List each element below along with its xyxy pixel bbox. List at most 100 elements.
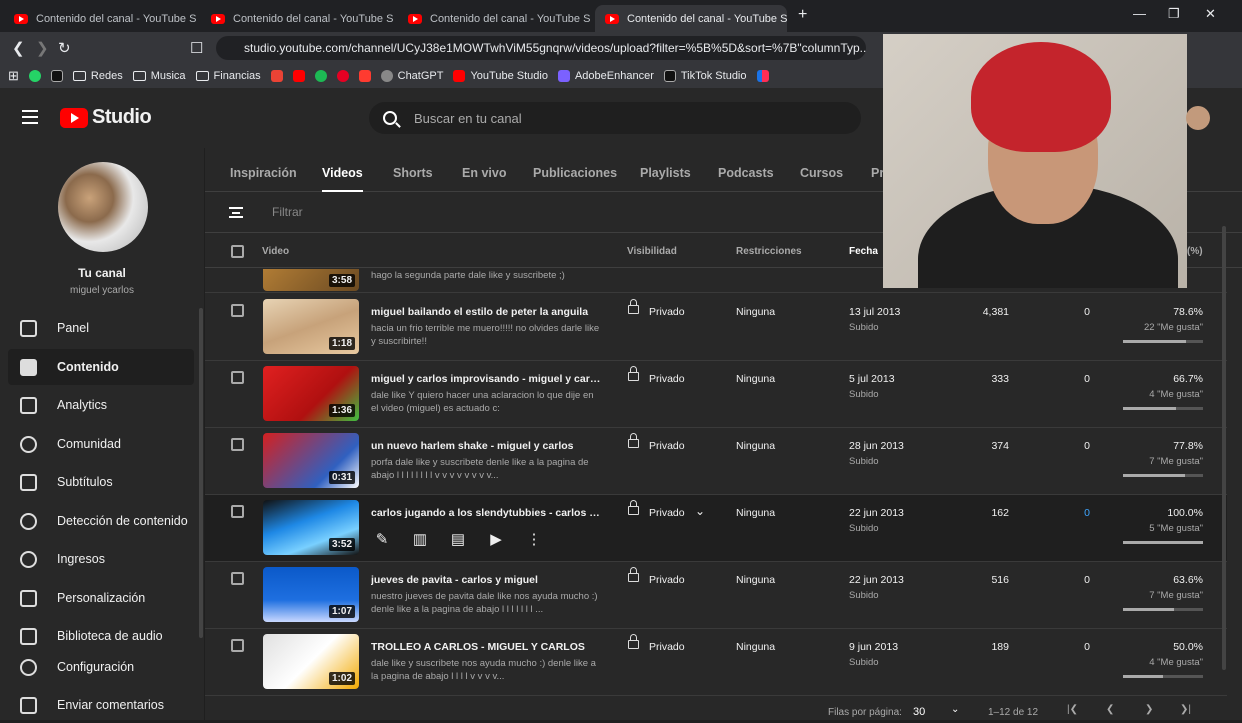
search-input[interactable]: Buscar en tu canal [369,102,861,134]
select-all-checkbox[interactable] [231,245,244,258]
apps-icon[interactable]: ⊞ [8,68,19,84]
sidebar-item-contenido[interactable]: Contenido [8,349,194,385]
bookmark-folder-financias[interactable]: Financias [195,70,261,82]
spotify-icon[interactable] [314,70,327,82]
tab-shorts[interactable]: Shorts [393,166,433,180]
visibility-value[interactable]: Privado [649,440,685,452]
sidebar-item-enviar-comentarios[interactable]: Enviar comentarios [8,687,194,723]
rows-per-page-select[interactable]: 30 [913,706,925,718]
filter-input[interactable]: Filtrar [272,205,303,219]
browser-tab[interactable]: Contenido del canal - YouTube Studio [201,5,393,32]
video-title[interactable]: un nuevo harlem shake - miguel y carlos [371,440,601,452]
comments-value[interactable]: 0 [1084,507,1090,519]
video-thumbnail[interactable]: 1:02 [263,634,359,689]
bookmark-icon[interactable]: ☐ [190,39,203,57]
reload-icon[interactable]: ↻ [58,39,71,57]
video-thumbnail[interactable]: 3:52 [263,500,359,555]
video-title[interactable]: miguel bailando el estilo de peter la an… [371,306,601,318]
table-row[interactable]: 1:18 miguel bailando el estilo de peter l… [205,294,1227,361]
edit-icon[interactable]: ✎ [371,529,393,549]
restore-icon[interactable]: ❐ [1168,6,1180,22]
column-date[interactable]: Fecha [849,246,878,257]
bookmark-youtube-studio[interactable]: YouTube Studio [453,70,548,82]
chevron-down-icon[interactable]: ⌄ [695,504,705,518]
video-thumbnail[interactable]: 1:18 [263,299,359,354]
tab-en-vivo[interactable]: En vivo [462,166,506,180]
tab-videos[interactable]: Videos [322,166,363,192]
table-row[interactable]: 3:52 carlos jugando a los slendytubbies -… [205,495,1227,562]
bolt-icon[interactable] [358,70,371,82]
sidebar-item-configuracion[interactable]: Configuración [8,649,194,685]
video-thumbnail[interactable]: 0:31 [263,433,359,488]
new-tab-icon[interactable]: + [798,6,807,24]
column-visibility[interactable]: Visibilidad [627,246,677,257]
row-checkbox[interactable] [231,572,244,585]
prev-page-icon[interactable]: ❮ [1106,704,1114,715]
last-page-icon[interactable]: ❯| [1180,704,1191,715]
url-field[interactable]: studio.youtube.com/channel/UCyJ38e1MOWTw… [216,36,866,60]
analytics-icon[interactable]: ▥ [409,529,431,549]
first-page-icon[interactable]: |❮ [1067,704,1078,715]
tab-playlists[interactable]: Playlists [640,166,691,180]
content-scrollbar[interactable] [1222,226,1226,670]
sidebar-item-personalizacion[interactable]: Personalización [8,580,194,616]
table-row[interactable]: 1:02 TROLLEO A CARLOS - MIGUEL Y CARLOS da… [205,629,1227,696]
sidebar-item-panel[interactable]: Panel [8,310,194,346]
row-checkbox[interactable] [231,438,244,451]
youtube-icon[interactable]: ▶ [485,529,507,549]
video-thumbnail[interactable]: 3:58 [263,269,359,291]
window-close-icon[interactable]: ✕ [1205,6,1216,22]
video-title[interactable]: jueves de pavita - carlos y miguel [371,574,601,586]
visibility-value[interactable]: Privado [649,641,685,653]
whatsapp-icon[interactable] [28,70,41,82]
table-row[interactable]: 0:31 un nuevo harlem shake - miguel y car… [205,428,1227,495]
bookmark-chatgpt[interactable]: ChatGPT [380,70,443,82]
column-pct[interactable]: (%) [1187,246,1203,257]
bookmark-folder-redes[interactable]: Redes [72,70,123,82]
bookmark-adobe-enhancer[interactable]: AdobeEnhancer [557,70,654,82]
video-title[interactable]: carlos jugando a los slendytubbies - car… [371,507,601,519]
table-row[interactable]: 1:07 jueves de pavita - carlos y miguel nu… [205,562,1227,629]
sidebar-item-ingresos[interactable]: Ingresos [8,541,194,577]
browser-tab[interactable]: Contenido del canal - YouTube Studio [4,5,196,32]
visibility-value[interactable]: Privado [649,574,685,586]
row-checkbox[interactable] [231,371,244,384]
tab-publicaciones[interactable]: Publicaciones [533,166,617,180]
sidebar-item-deteccion[interactable]: Detección de contenido [8,503,194,539]
flag-icon[interactable] [756,70,769,82]
tab-inspiracion[interactable]: Inspiración [230,166,297,180]
next-page-icon[interactable]: ❯ [1145,704,1153,715]
tiktok-icon[interactable] [50,70,63,82]
table-row[interactable]: 1:36 miguel y carlos improvisando - migue… [205,361,1227,428]
visibility-value[interactable]: Privado [649,373,685,385]
row-checkbox[interactable] [231,304,244,317]
tab-cursos[interactable]: Cursos [800,166,843,180]
tab-podcasts[interactable]: Podcasts [718,166,774,180]
more-options-icon[interactable]: ⋮ [523,529,545,549]
studio-logo[interactable]: Studio [60,106,152,129]
video-thumbnail[interactable]: 1:07 [263,567,359,622]
visibility-value[interactable]: Privado [649,306,685,318]
sidebar-item-comunidad[interactable]: Comunidad [8,426,194,462]
row-checkbox[interactable] [231,639,244,652]
menu-icon[interactable] [22,110,38,124]
bookmark-folder-musica[interactable]: Musica [132,70,186,82]
video-thumbnail[interactable]: 1:36 [263,366,359,421]
column-restrictions[interactable]: Restricciones [736,246,802,257]
account-avatar[interactable] [1186,106,1210,130]
sidebar-item-subtitulos[interactable]: Subtítulos [8,464,194,500]
minimize-icon[interactable]: — [1133,6,1146,21]
forward-icon[interactable]: ❯ [36,39,49,57]
sidebar-item-analytics[interactable]: Analytics [8,387,194,423]
youtube-icon[interactable] [292,70,305,82]
row-checkbox[interactable] [231,505,244,518]
browser-tab[interactable]: Contenido del canal - YouTube Studio [398,5,590,32]
chevron-down-icon[interactable]: ⌄ [951,704,959,715]
visibility-value[interactable]: Privado [649,507,685,519]
gmail-icon[interactable] [270,70,283,82]
browser-tab-active[interactable]: Contenido del canal - YouTube S✕ [595,5,787,32]
comments-icon[interactable]: ▤ [447,529,469,549]
channel-avatar[interactable] [58,162,148,252]
video-title[interactable]: TROLLEO A CARLOS - MIGUEL Y CARLOS [371,641,601,653]
video-title[interactable]: miguel y carlos improvisando - miguel y … [371,373,601,385]
